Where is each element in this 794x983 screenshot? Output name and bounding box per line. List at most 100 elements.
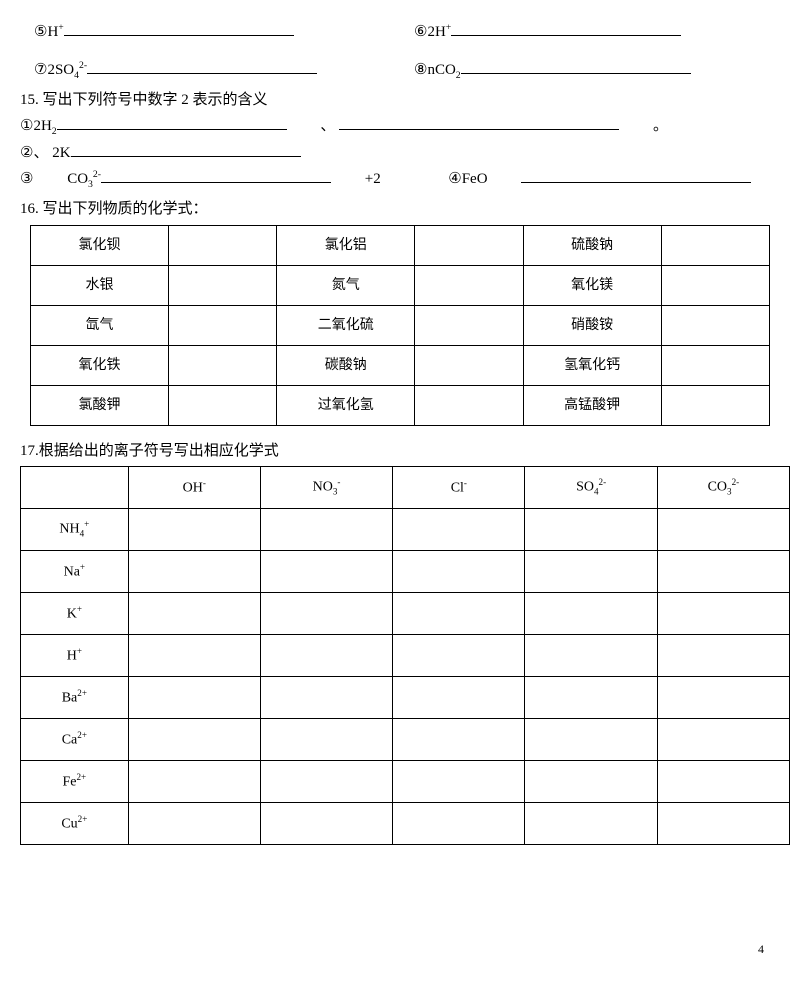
table-row: NH4+: [21, 509, 790, 551]
formula-cell[interactable]: [260, 677, 392, 719]
formula-cell[interactable]: [525, 719, 657, 761]
chem-name-cell: 氯化铝: [277, 225, 415, 265]
chem-formula-cell[interactable]: [415, 345, 523, 385]
f8: nCO2: [427, 62, 460, 78]
formula-cell[interactable]: [393, 593, 525, 635]
q15-blank1a[interactable]: [57, 115, 287, 130]
formula-cell[interactable]: [128, 719, 260, 761]
q15-f3: CO32-: [67, 171, 101, 187]
formula-cell[interactable]: [393, 761, 525, 803]
chem-formula-cell[interactable]: [415, 305, 523, 345]
formula-cell[interactable]: [128, 803, 260, 845]
formula-cell[interactable]: [525, 803, 657, 845]
q15-period: 。: [653, 118, 668, 134]
table-row: Cu2+: [21, 803, 790, 845]
q15-num4: ④: [448, 169, 461, 187]
formula-cell[interactable]: [393, 509, 525, 551]
anion-header: NO3-: [260, 467, 392, 509]
cation-header: Ba2+: [21, 677, 129, 719]
formula-cell[interactable]: [128, 551, 260, 593]
table-row: 水银氮气氧化镁: [31, 265, 770, 305]
cation-header: Cu2+: [21, 803, 129, 845]
cation-header: K+: [21, 593, 129, 635]
formula-cell[interactable]: [128, 593, 260, 635]
q15-line1: ①2H2 、 。: [20, 114, 774, 140]
formula-cell[interactable]: [393, 551, 525, 593]
formula-cell[interactable]: [260, 509, 392, 551]
blank6[interactable]: [451, 21, 681, 36]
q15-line3: ③ CO32- +2 ④FeO: [20, 167, 774, 193]
chem-name-cell: 水银: [31, 265, 169, 305]
formula-cell[interactable]: [525, 593, 657, 635]
formula-cell[interactable]: [260, 803, 392, 845]
chem-name-cell: 氙气: [31, 305, 169, 345]
f7: 2SO42-: [47, 62, 87, 78]
chem-formula-cell[interactable]: [661, 265, 769, 305]
formula-cell[interactable]: [128, 635, 260, 677]
chem-formula-cell[interactable]: [168, 305, 276, 345]
num7: ⑦: [34, 60, 47, 78]
q14-item7: ⑦2SO42-: [34, 58, 394, 84]
chem-name-cell: 硝酸铵: [523, 305, 661, 345]
formula-cell[interactable]: [393, 719, 525, 761]
formula-cell[interactable]: [657, 719, 789, 761]
chem-name-cell: 氧化镁: [523, 265, 661, 305]
formula-cell[interactable]: [657, 593, 789, 635]
formula-cell[interactable]: [128, 761, 260, 803]
num5: ⑤: [34, 22, 47, 40]
chem-formula-cell[interactable]: [415, 265, 523, 305]
q15-blank4[interactable]: [521, 168, 751, 183]
q15-blank2[interactable]: [71, 142, 301, 157]
blank5[interactable]: [64, 21, 294, 36]
chem-name-cell: 二氧化硫: [277, 305, 415, 345]
formula-cell[interactable]: [657, 509, 789, 551]
chem-formula-cell[interactable]: [415, 385, 523, 425]
table-row: Fe2+: [21, 761, 790, 803]
chem-formula-cell[interactable]: [168, 345, 276, 385]
formula-cell[interactable]: [260, 719, 392, 761]
blank8[interactable]: [461, 59, 691, 74]
formula-cell[interactable]: [525, 677, 657, 719]
chem-name-cell: 过氧化氢: [277, 385, 415, 425]
chem-formula-cell[interactable]: [661, 345, 769, 385]
formula-cell[interactable]: [525, 551, 657, 593]
formula-cell[interactable]: [128, 509, 260, 551]
cation-header: Fe2+: [21, 761, 129, 803]
formula-cell[interactable]: [260, 551, 392, 593]
q15-blank1b[interactable]: [339, 115, 619, 130]
q15-title: 15. 写出下列符号中数字 2 表示的含义: [20, 89, 774, 112]
q14-item5: ⑤H+: [34, 20, 394, 44]
formula-cell[interactable]: [393, 803, 525, 845]
chem-formula-cell[interactable]: [661, 385, 769, 425]
chem-formula-cell[interactable]: [661, 225, 769, 265]
page-number: 4: [758, 940, 764, 958]
chem-formula-cell[interactable]: [168, 265, 276, 305]
chem-formula-cell[interactable]: [168, 225, 276, 265]
q15-blank3[interactable]: [101, 168, 331, 183]
formula-cell[interactable]: [393, 635, 525, 677]
formula-cell[interactable]: [657, 635, 789, 677]
cation-header: Na+: [21, 551, 129, 593]
q15-num3: ③: [20, 169, 33, 187]
formula-cell[interactable]: [393, 677, 525, 719]
formula-cell[interactable]: [128, 677, 260, 719]
formula-cell[interactable]: [260, 761, 392, 803]
q15-line2: ②、 2K: [20, 141, 774, 165]
chem-formula-cell[interactable]: [661, 305, 769, 345]
formula-cell[interactable]: [657, 803, 789, 845]
chem-name-cell: 氢氧化钙: [523, 345, 661, 385]
formula-cell[interactable]: [657, 761, 789, 803]
formula-cell[interactable]: [525, 761, 657, 803]
formula-cell[interactable]: [260, 635, 392, 677]
formula-cell[interactable]: [260, 593, 392, 635]
table-row: 氧化铁碳酸钠氢氧化钙: [31, 345, 770, 385]
chem-formula-cell[interactable]: [415, 225, 523, 265]
blank7[interactable]: [87, 59, 317, 74]
formula-cell[interactable]: [525, 509, 657, 551]
formula-cell[interactable]: [525, 635, 657, 677]
formula-cell[interactable]: [657, 677, 789, 719]
table-row: 氯酸钾过氧化氢高锰酸钾: [31, 385, 770, 425]
formula-cell[interactable]: [657, 551, 789, 593]
q17-table: OH-NO3-Cl-SO42-CO32-NH4+Na+K+H+Ba2+Ca2+F…: [20, 466, 790, 845]
chem-formula-cell[interactable]: [168, 385, 276, 425]
